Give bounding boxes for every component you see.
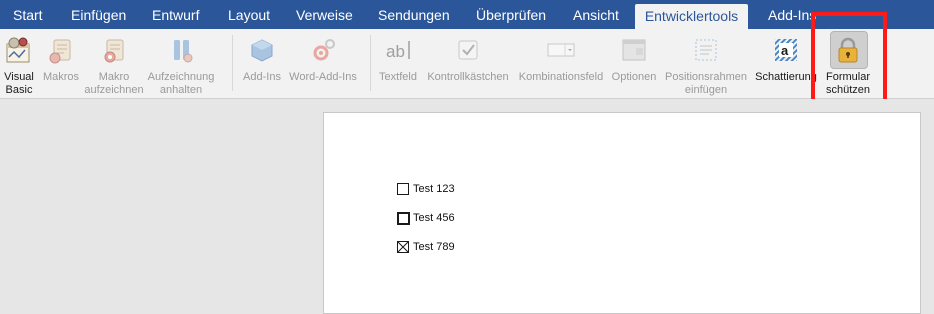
tab-layout[interactable]: Layout [228,0,270,29]
checkbox-unchecked[interactable] [397,183,409,195]
tab-sendungen[interactable]: Sendungen [378,0,450,29]
word-add-ins-icon [313,39,335,61]
checkbox-control-label: Kontrollkästchen [427,71,509,83]
checkbox-checked[interactable] [397,241,409,253]
tab-ueberpruefen[interactable]: Überprüfen [476,0,546,29]
record-macro-icon [104,39,124,63]
svg-text:a: a [781,43,789,58]
cross-mark-icon [398,242,408,252]
ribbon-toolbar: Visual Basic Makros Makro aufzeichnen Au… [0,29,934,99]
checkbox-label: Test 456 [413,212,455,224]
tab-entwurf[interactable]: Entwurf [152,0,199,29]
tab-add-ins[interactable]: Add-Ins [768,0,816,29]
text-field-button[interactable]: ab Textfeld [379,29,417,98]
checkbox-unchecked[interactable] [397,212,410,225]
combo-box-icon [547,43,575,57]
record-macro-button[interactable]: Makro aufzeichnen [84,29,144,98]
tab-einfuegen[interactable]: Einfügen [71,0,126,29]
checkbox-control-icon [458,40,478,60]
add-ins-button[interactable]: Add-Ins [243,29,281,98]
add-ins-icon [251,39,273,62]
svg-text:ab: ab [386,42,405,61]
pause-recording-button[interactable]: Aufzeichnung anhalten [148,29,214,98]
tab-entwicklertools[interactable]: Entwicklertools [635,4,748,29]
visual-basic-button[interactable]: Visual Basic [2,29,36,98]
checkbox-label: Test 123 [413,183,455,195]
tab-ansicht[interactable]: Ansicht [573,0,619,29]
tab-start[interactable]: Start [13,0,43,29]
pause-recording-label: Aufzeichnung anhalten [147,71,215,96]
ribbon-tab-bar: Start Einfügen Entwurf Layout Verweise S… [0,0,934,29]
text-field-icon: ab [386,41,410,61]
visual-basic-icon [6,37,30,63]
macros-icon [49,39,71,64]
document-page: Test 123 Test 456 Test 789 [323,112,921,314]
combo-box-button[interactable]: Kombinationsfeld [519,29,603,98]
pause-recording-icon [174,40,193,63]
insert-frame-icon [695,39,717,61]
shading-icon: a [775,39,797,61]
options-icon [622,39,646,61]
word-add-ins-button[interactable]: Word-Add-Ins [289,29,357,98]
document-area: Test 123 Test 456 Test 789 [0,99,934,314]
word-add-ins-label: Word-Add-Ins [289,71,357,83]
checkbox-label: Test 789 [413,241,455,253]
checkbox-control-button[interactable]: Kontrollkästchen [427,29,509,98]
tab-verweise[interactable]: Verweise [296,0,353,29]
insert-frame-button[interactable]: Positionsrahmen einfügen [665,29,747,98]
